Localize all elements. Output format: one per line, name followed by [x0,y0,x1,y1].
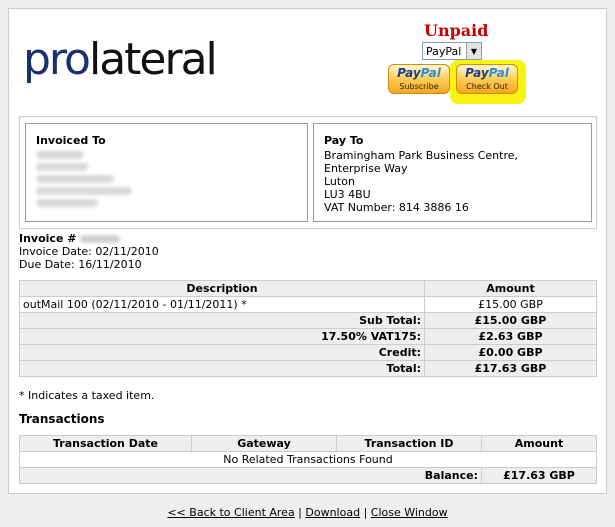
pay-to-box: Pay To Bramingham Park Business Centre, … [313,123,592,222]
invoiced-to-heading: Invoiced To [36,134,106,147]
pay-to-line: LU3 4BU [324,188,371,201]
vat-value: £2.63 GBP [424,328,597,345]
no-transactions-message: No Related Transactions Found [19,451,597,468]
back-to-client-area-link[interactable]: << Back to Client Area [167,506,294,519]
payment-method-value: PayPal [426,44,462,58]
balance-value: £17.63 GBP [481,467,597,484]
subtotal-row: Sub Total: £15.00 GBP [19,312,597,329]
amount-header: Amount [424,280,597,297]
transaction-id-header: Transaction ID [336,435,482,452]
item-amount: £15.00 GBP [424,296,597,313]
paypal-pay-text: Pay [397,66,421,80]
redacted-line [36,151,84,159]
credit-value: £0.00 GBP [424,344,597,361]
invoice-number-label: Invoice # [19,232,77,245]
table-row: outMail 100 (02/11/2010 - 01/11/2011) * … [19,296,597,313]
subtotal-value: £15.00 GBP [424,312,597,329]
redacted-line [36,163,88,171]
paypal-pal-text: Pal [488,66,509,80]
pay-to-line: Enterprise Way [324,162,408,175]
invoice-number: Invoice # [19,232,159,245]
logo-part-lateral: lateral [88,34,218,85]
redacted-line [36,187,132,195]
transactions-table: Transaction Date Gateway Transaction ID … [19,435,597,484]
pay-to-line: Luton [324,175,355,188]
logo-part-pro: pro [23,34,91,85]
address-section: Invoiced To Pay To Bramingham Park Busin… [19,116,597,229]
table-row: No Related Transactions Found [19,451,597,468]
invoice-date: Invoice Date: 02/11/2010 [19,245,159,258]
subtotal-label: Sub Total: [19,312,425,329]
item-description: outMail 100 (02/11/2010 - 01/11/2011) * [19,296,425,313]
transaction-date-header: Transaction Date [19,435,192,452]
payment-method-select[interactable]: PayPal ▼ [422,42,482,60]
total-row: Total: £17.63 GBP [19,360,597,377]
close-window-link[interactable]: Close Window [371,506,448,519]
credit-row: Credit: £0.00 GBP [19,344,597,361]
transactions-title: Transactions [19,412,105,426]
gateway-header: Gateway [191,435,337,452]
transaction-amount-header: Amount [481,435,597,452]
paypal-subscribe-button[interactable]: PayPal Subscribe [388,64,450,94]
redacted-line [36,199,98,207]
redacted-line [36,175,114,183]
redacted-invoice-number [80,235,121,243]
invoice-status: Unpaid [424,21,489,40]
pay-to-heading: Pay To [324,134,364,147]
pay-to-line: Bramingham Park Business Centre, [324,149,519,162]
paypal-checkout-button[interactable]: PayPal Check Out [456,64,518,94]
total-value: £17.63 GBP [424,360,597,377]
pay-to-vat-number: VAT Number: 814 3886 16 [324,201,469,214]
invoice-page: prolateral Unpaid PayPal ▼ PayPal Subscr… [8,8,607,494]
footer-links: << Back to Client Area | Download | Clos… [0,506,615,519]
due-date: Due Date: 16/11/2010 [19,258,142,271]
prolateral-logo: prolateral [23,34,218,85]
balance-row: Balance: £17.63 GBP [19,467,597,484]
credit-label: Credit: [19,344,425,361]
balance-label: Balance: [19,467,482,484]
chevron-down-icon[interactable]: ▼ [466,43,481,59]
paypal-pal-text: Pal [420,66,441,80]
invoice-items-table: Description Amount outMail 100 (02/11/20… [19,280,597,377]
vat-row: 17.50% VAT175: £2.63 GBP [19,328,597,345]
vat-label: 17.50% VAT175: [19,328,425,345]
checkout-label: Check Out [466,82,508,91]
invoice-info: Invoice # Invoice Date: 02/11/2010 Due D… [19,232,159,271]
separator: | [294,506,306,519]
taxed-item-note: * Indicates a taxed item. [19,389,155,402]
description-header: Description [19,280,425,297]
separator: | [360,506,371,519]
total-label: Total: [19,360,425,377]
download-link[interactable]: Download [305,506,360,519]
invoiced-to-box: Invoiced To [25,123,308,222]
paypal-pay-text: Pay [465,66,489,80]
subscribe-label: Subscribe [399,82,439,91]
